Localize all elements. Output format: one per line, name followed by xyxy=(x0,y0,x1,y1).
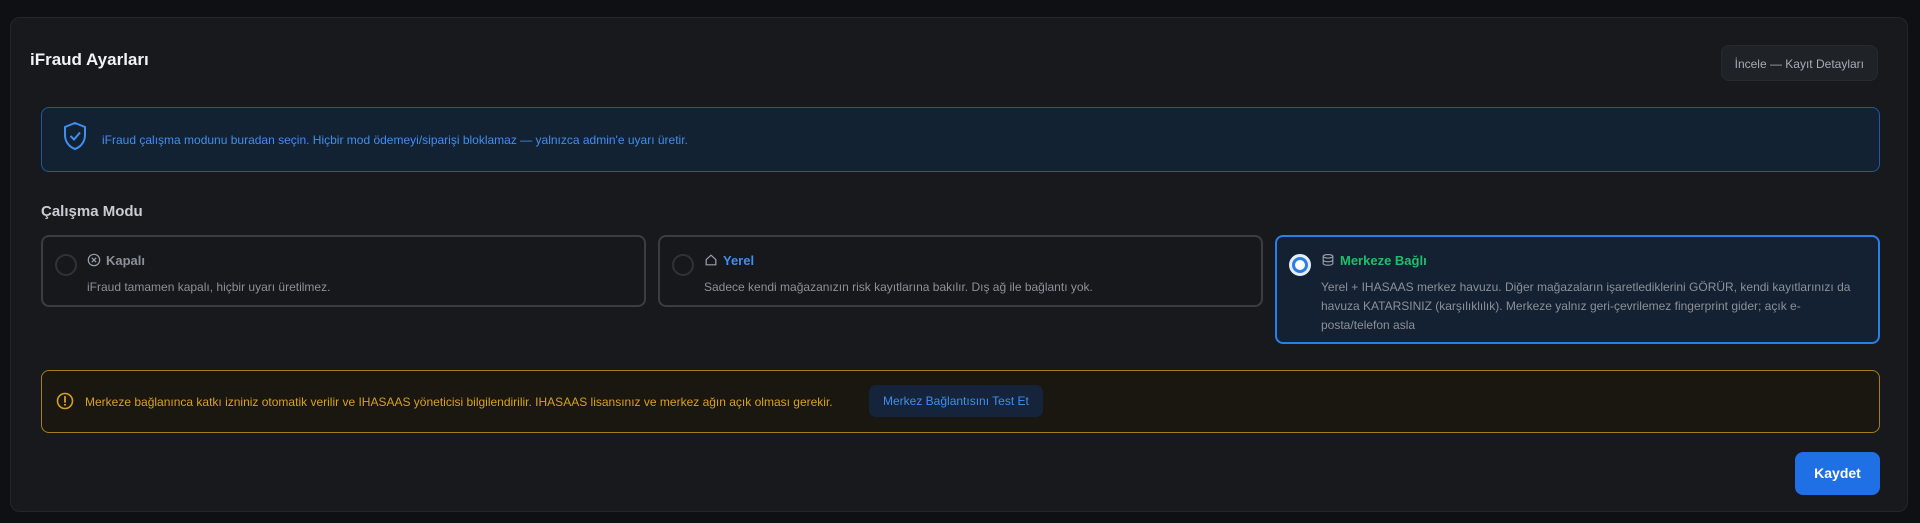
radio-merkeze-bagli[interactable] xyxy=(1289,254,1311,276)
info-banner-text: iFraud çalışma modunu buradan seçin. Hiç… xyxy=(102,133,688,147)
page-title: iFraud Ayarları xyxy=(30,50,149,69)
alert-circle-icon xyxy=(56,392,74,410)
x-circle-icon xyxy=(87,253,101,267)
review-records-button[interactable]: İncele — Kayıt Detayları xyxy=(1720,45,1878,81)
mode-option-label: Kapalı xyxy=(106,252,146,268)
mode-option-description: Yerel + IHASAAS merkez havuzu. Diğer mağ… xyxy=(1321,280,1851,332)
shield-check-icon xyxy=(64,121,86,151)
mode-section-label: Çalışma Modu xyxy=(41,203,143,220)
mode-option-merkeze-bagli[interactable]: Merkeze Bağlı Yerel + IHASAAS merkez hav… xyxy=(1275,235,1880,344)
mode-option-yerel[interactable]: Yerel Sadece kendi mağazanızın risk kayı… xyxy=(658,235,1263,307)
radio-kapali[interactable] xyxy=(55,254,77,276)
mode-option-label: Yerel xyxy=(723,252,755,268)
test-connection-button[interactable]: Merkez Bağlantısını Test Et xyxy=(869,385,1043,417)
mode-option-description: iFraud tamamen kapalı, hiçbir uyarı üret… xyxy=(87,280,331,294)
home-icon xyxy=(705,254,717,266)
database-icon xyxy=(1322,254,1334,266)
mode-option-description: Sadece kendi mağazanızın risk kayıtların… xyxy=(704,280,1093,294)
warning-text: Merkeze bağlanınca katkı izniniz otomati… xyxy=(85,395,833,409)
mode-option-header: Yerel xyxy=(704,251,754,269)
mode-option-kapali[interactable]: Kapalı iFraud tamamen kapalı, hiçbir uya… xyxy=(41,235,646,307)
mode-option-label: Merkeze Bağlı xyxy=(1340,252,1427,268)
mode-option-header: Merkeze Bağlı xyxy=(1321,251,1427,269)
mode-option-header: Kapalı xyxy=(87,251,145,269)
warning-banner: Merkeze bağlanınca katkı izniniz otomati… xyxy=(41,370,1880,433)
info-banner: iFraud çalışma modunu buradan seçin. Hiç… xyxy=(41,107,1880,172)
radio-yerel[interactable] xyxy=(672,254,694,276)
save-button[interactable]: Kaydet xyxy=(1795,452,1880,495)
